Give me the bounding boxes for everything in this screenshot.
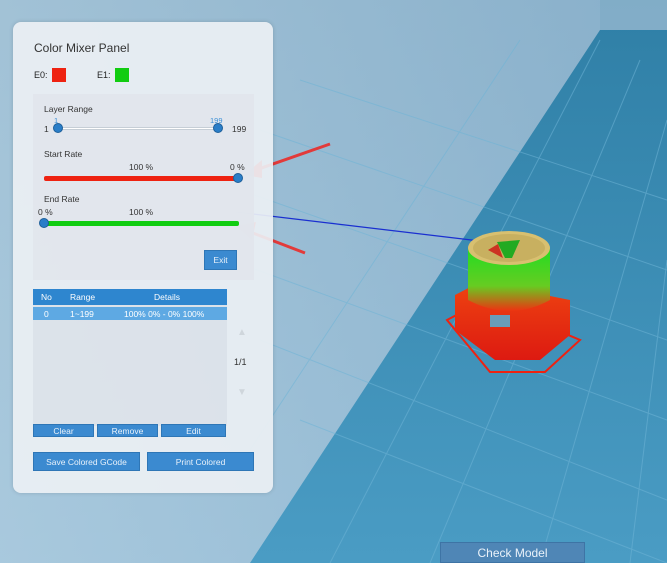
print-colored-button[interactable]: Print Colored	[147, 452, 254, 471]
extruder-e1-swatch[interactable]	[114, 68, 129, 82]
end-rate-left-pct: 0 %	[38, 207, 53, 217]
start-rate-left-pct: 100 %	[129, 162, 154, 172]
end-rate-handle[interactable]	[39, 218, 49, 228]
extruder-e0-label: E0:	[34, 70, 48, 80]
exit-button[interactable]: Exit	[204, 250, 237, 270]
layer-range-track[interactable]	[57, 127, 217, 130]
start-rate-handle[interactable]	[233, 173, 243, 183]
color-mixer-panel: Color Mixer Panel E0: E1: Layer Range 1 …	[13, 22, 273, 493]
layer-range-max: 199	[232, 124, 247, 134]
row-range: 1~199	[70, 309, 94, 319]
start-rate-label: Start Rate	[44, 149, 83, 159]
page-indicator: 1/1	[234, 357, 247, 367]
layer-range-min: 1	[44, 124, 49, 134]
row-details: 100% 0% - 0% 100%	[124, 309, 205, 319]
table-row[interactable]: 0 1~199 100% 0% - 0% 100%	[33, 307, 227, 320]
row-no: 0	[44, 309, 49, 319]
rate-settings-box: Layer Range 1 199 1 199 Start Rate 100 %…	[33, 94, 254, 280]
header-no: No	[41, 292, 52, 302]
end-rate-right-pct: 100 %	[129, 207, 154, 217]
panel-title: Color Mixer Panel	[34, 41, 130, 55]
start-rate-slider[interactable]	[44, 176, 239, 181]
edit-button[interactable]: Edit	[161, 424, 226, 437]
remove-button[interactable]: Remove	[97, 424, 158, 437]
end-rate-label: End Rate	[44, 194, 80, 204]
save-colored-gcode-button[interactable]: Save Colored GCode	[33, 452, 140, 471]
extruder-e0: E0:	[34, 68, 66, 82]
extruder-e1-label: E1:	[97, 70, 111, 80]
extruder-e1: E1:	[97, 68, 129, 82]
layer-range-to-handle[interactable]	[213, 123, 223, 133]
end-rate-slider[interactable]	[44, 221, 239, 226]
page-down-icon[interactable]: ▼	[237, 387, 247, 398]
page-up-icon[interactable]: ▲	[237, 327, 247, 338]
header-range: Range	[70, 292, 96, 302]
start-rate-right-pct: 0 %	[230, 162, 245, 172]
color-range-table: No Range Details 0 1~199 100% 0% - 0% 10…	[33, 289, 227, 426]
check-model-button[interactable]: Check Model	[440, 542, 585, 563]
layer-range-label: Layer Range	[44, 104, 93, 114]
layer-range-from-handle[interactable]	[53, 123, 63, 133]
header-details: Details	[154, 292, 180, 302]
table-header: No Range Details	[33, 289, 227, 305]
clear-button[interactable]: Clear	[33, 424, 94, 437]
extruder-e0-swatch[interactable]	[51, 68, 66, 82]
